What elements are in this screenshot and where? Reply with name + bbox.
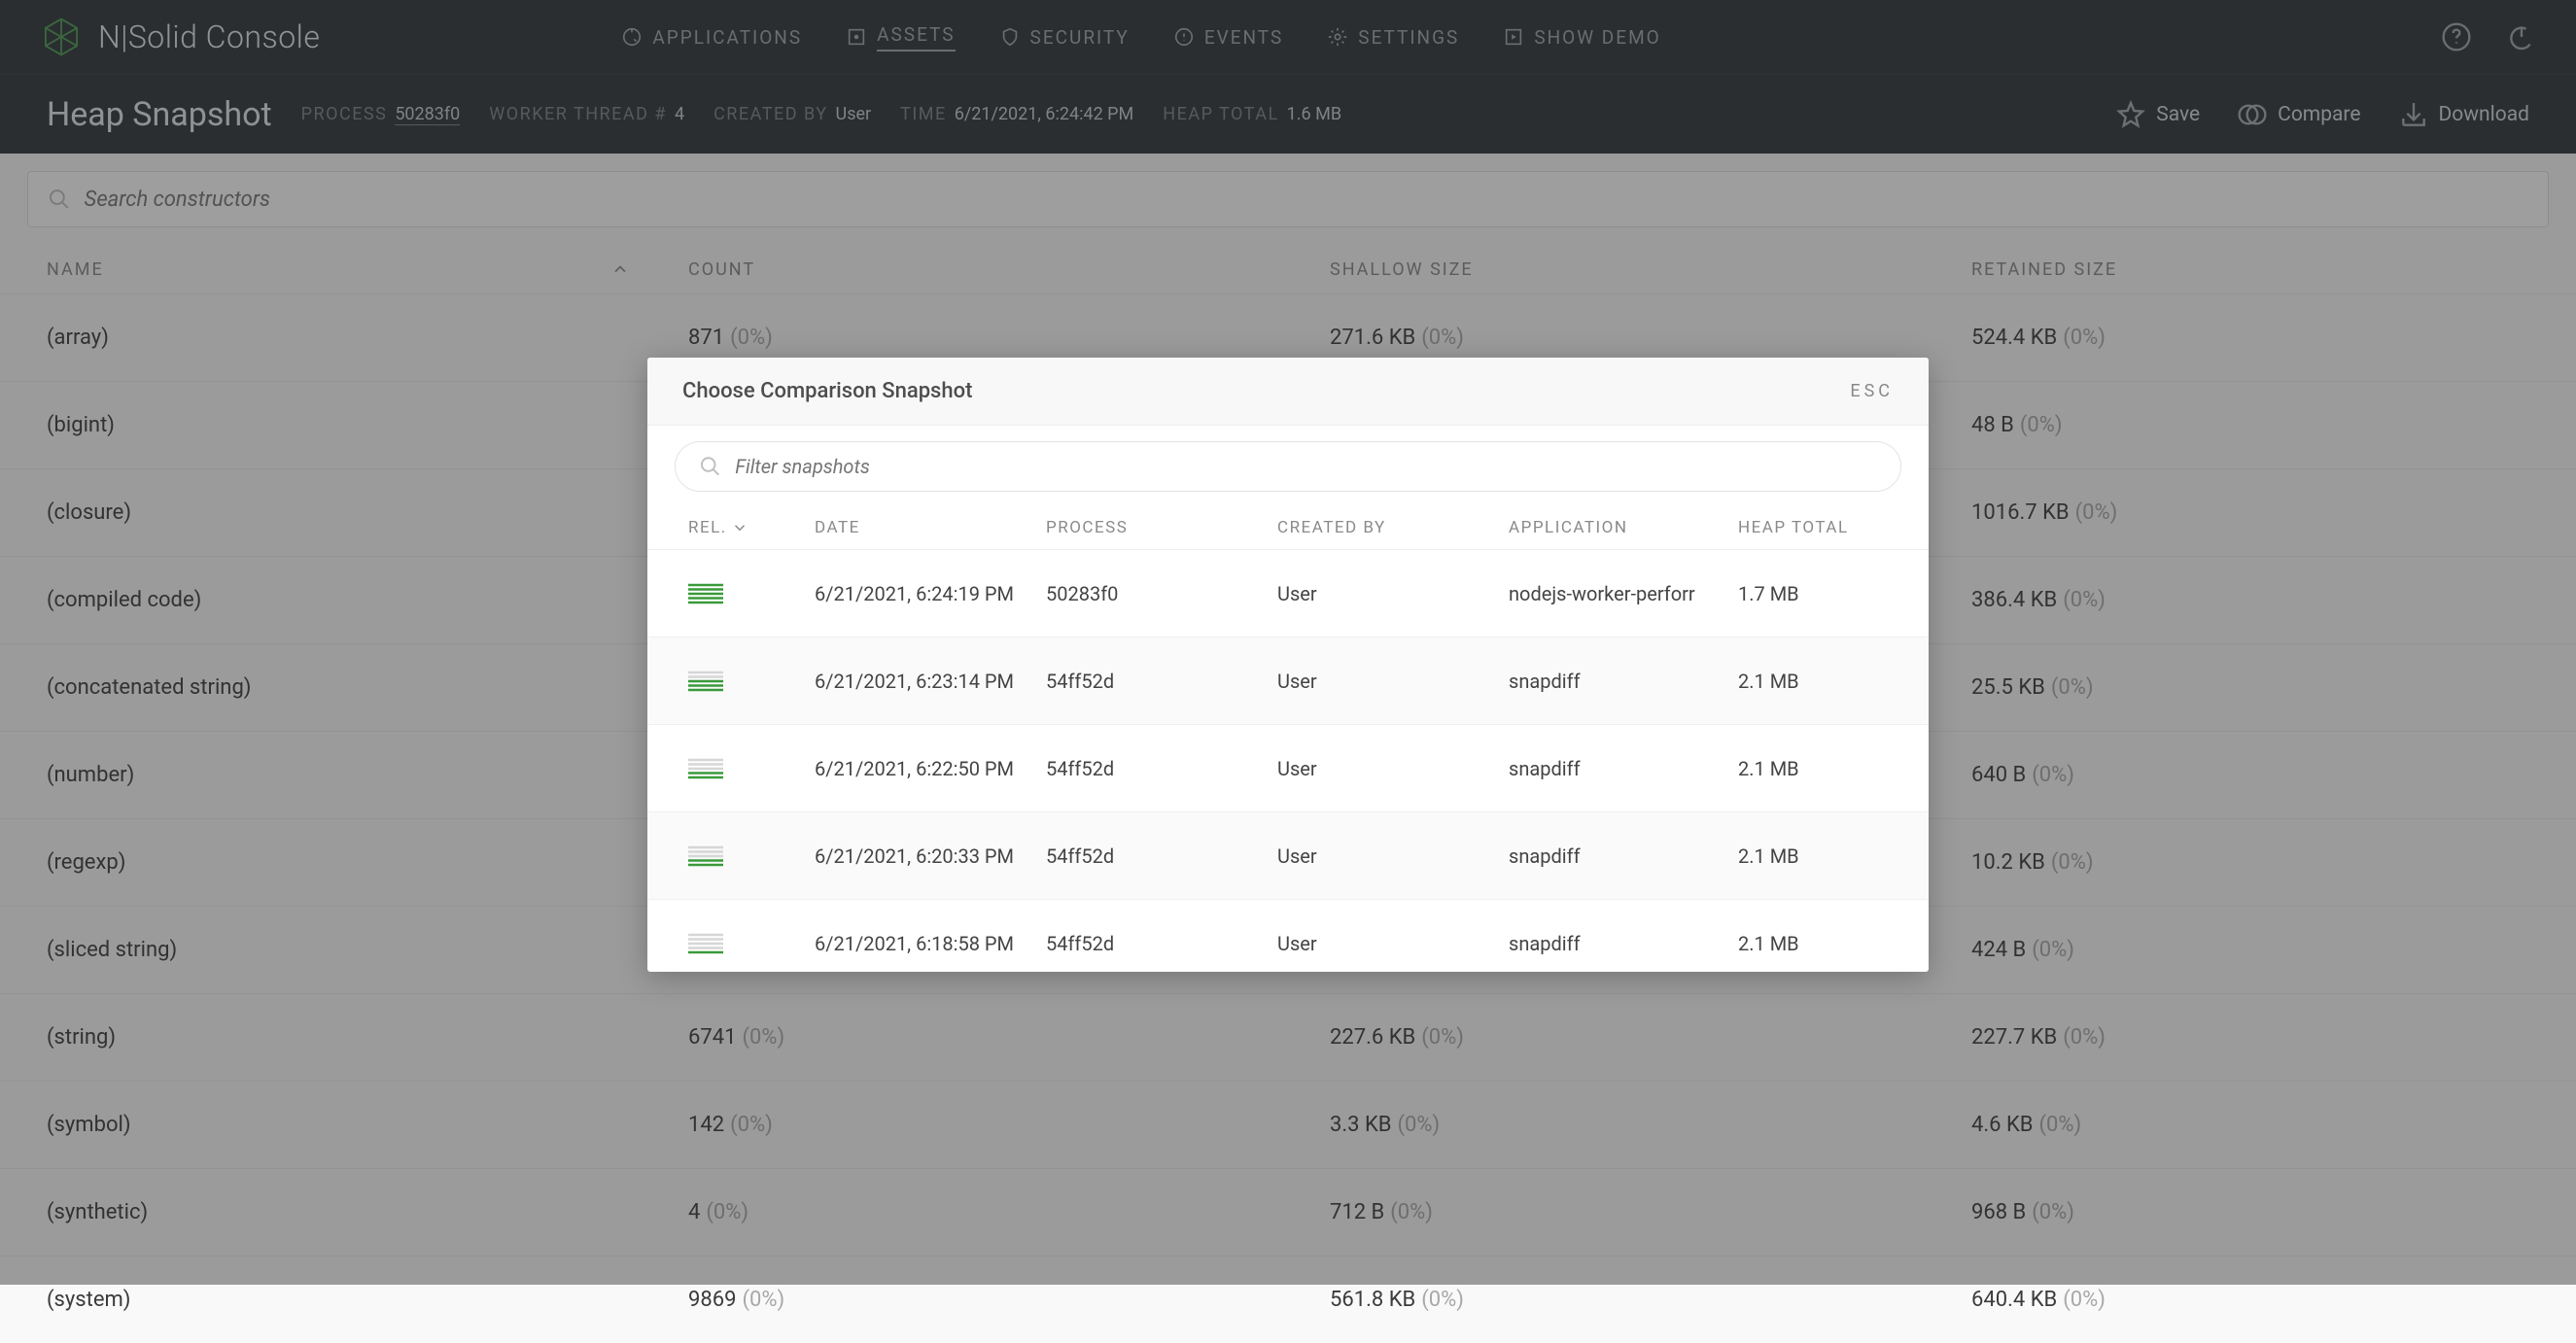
snapshot-date: 6/21/2021, 6:18:58 PM — [815, 932, 1014, 955]
snapshot-heap-total: 2.1 MB — [1738, 757, 1799, 780]
snapshot-process: 54ff52d — [1046, 670, 1114, 693]
snapshot-created-by: User — [1277, 582, 1317, 605]
snapshot-created-by: User — [1277, 670, 1317, 693]
snapshot-created-by: User — [1277, 757, 1317, 780]
snapshot-heap-total: 1.7 MB — [1738, 582, 1799, 605]
snapshot-process: 54ff52d — [1046, 757, 1114, 780]
shallow-value: 561.8 KB — [1330, 1288, 1415, 1312]
snapshot-date: 6/21/2021, 6:20:33 PM — [815, 844, 1014, 868]
snapshot-process: 50283f0 — [1046, 582, 1118, 605]
modal-close-esc[interactable]: ESC — [1850, 381, 1894, 401]
snapshot-application: nodejs-worker-perforr — [1509, 582, 1713, 605]
snapshot-heap-total: 2.1 MB — [1738, 670, 1799, 693]
constructor-name: (system) — [47, 1288, 130, 1312]
mcol-created-by[interactable]: CREATED BY — [1277, 518, 1386, 537]
relevance-icon — [688, 670, 723, 693]
snapshot-row[interactable]: 6/21/2021, 6:23:14 PM 54ff52d User snapdiff… — [647, 637, 1929, 725]
retained-value: 640.4 KB — [1971, 1288, 2057, 1312]
count-value: 9869 — [688, 1288, 736, 1312]
modal-title: Choose Comparison Snapshot — [682, 379, 972, 403]
snapshot-date: 6/21/2021, 6:24:19 PM — [815, 582, 1014, 605]
snapshot-date: 6/21/2021, 6:22:50 PM — [815, 757, 1014, 780]
filter-snapshots[interactable] — [675, 441, 1901, 492]
count-pct: (0%) — [742, 1288, 784, 1312]
compare-snapshot-modal: Choose Comparison Snapshot ESC REL. DATE… — [647, 358, 1929, 972]
snapshot-process: 54ff52d — [1046, 932, 1114, 955]
snapshot-heap-total: 2.1 MB — [1738, 932, 1799, 955]
snapshot-created-by: User — [1277, 844, 1317, 868]
snapshot-date: 6/21/2021, 6:23:14 PM — [815, 670, 1014, 693]
relevance-icon — [688, 932, 723, 955]
relevance-icon — [688, 582, 723, 605]
snapshot-row[interactable]: 6/21/2021, 6:20:33 PM 54ff52d User snapdiff… — [647, 812, 1929, 900]
snapshot-application: snapdiff — [1509, 932, 1713, 955]
snapshot-process: 54ff52d — [1046, 844, 1114, 868]
mcol-rel[interactable]: REL. — [688, 518, 815, 537]
snapshot-application: snapdiff — [1509, 757, 1713, 780]
snapshot-row[interactable]: 6/21/2021, 6:24:19 PM 50283f0 User nodejs-w… — [647, 550, 1929, 637]
chevron-down-icon — [731, 519, 748, 536]
mcol-process[interactable]: PROCESS — [1046, 518, 1128, 537]
filter-input[interactable] — [735, 455, 1877, 478]
relevance-icon — [688, 757, 723, 780]
mcol-heap-total[interactable]: HEAP TOTAL — [1738, 518, 1849, 537]
snapshot-heap-total: 2.1 MB — [1738, 844, 1799, 868]
modal-overlay[interactable]: Choose Comparison Snapshot ESC REL. DATE… — [0, 0, 2576, 1285]
relevance-icon — [688, 844, 723, 868]
snapshot-row[interactable]: 6/21/2021, 6:18:58 PM 54ff52d User snapdiff… — [647, 900, 1929, 972]
snapshot-created-by: User — [1277, 932, 1317, 955]
snapshot-row[interactable]: 6/21/2021, 6:22:50 PM 54ff52d User snapdiff… — [647, 725, 1929, 812]
shallow-pct: (0%) — [1421, 1288, 1464, 1312]
snapshot-application: snapdiff — [1509, 844, 1713, 868]
retained-pct: (0%) — [2063, 1288, 2106, 1312]
modal-table-header: REL. DATE PROCESS CREATED BY APPLICATION… — [647, 505, 1929, 550]
snapshot-list: 6/21/2021, 6:24:19 PM 50283f0 User nodejs-w… — [647, 550, 1929, 972]
search-icon — [699, 455, 721, 478]
snapshot-application: snapdiff — [1509, 670, 1713, 693]
mcol-application[interactable]: APPLICATION — [1509, 518, 1713, 537]
mcol-date[interactable]: DATE — [815, 518, 860, 537]
